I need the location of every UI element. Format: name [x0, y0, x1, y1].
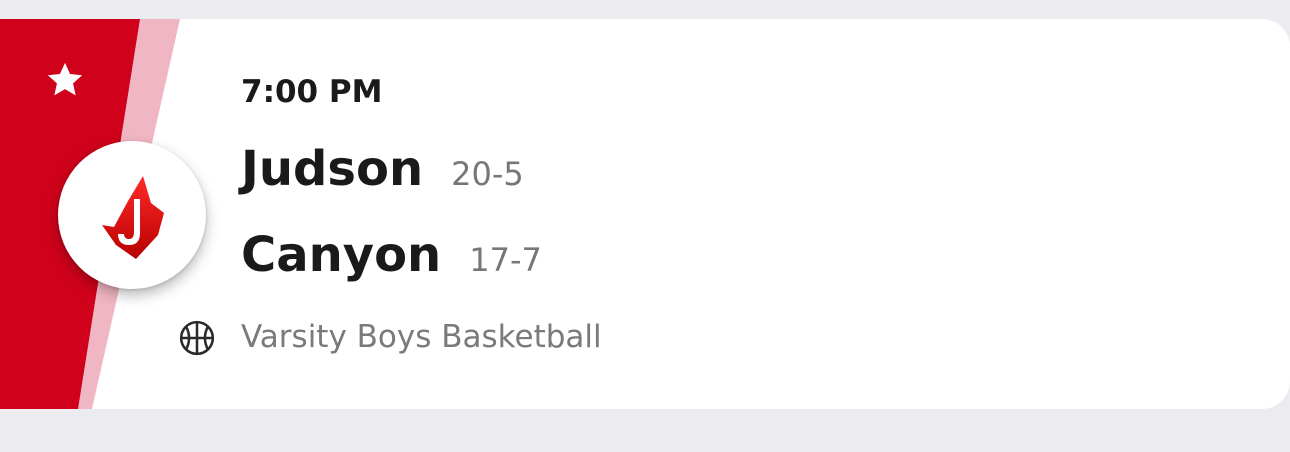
- basketball-icon: [179, 320, 215, 356]
- home-team-name: Judson: [241, 141, 424, 197]
- game-card[interactable]: 7:00 PM Judson 20-5 Canyon 17-7 Varsity …: [0, 19, 1290, 409]
- home-team-row: Judson 20-5: [241, 141, 524, 202]
- judson-j-logo-icon: [102, 176, 164, 259]
- star-icon[interactable]: [44, 59, 86, 101]
- away-team-record: 17-7: [469, 241, 542, 279]
- sport-label: Varsity Boys Basketball: [241, 319, 602, 355]
- home-team-record: 20-5: [451, 155, 524, 193]
- away-team-row: Canyon 17-7: [241, 227, 542, 288]
- team-logo: [58, 141, 206, 289]
- game-time: 7:00 PM: [241, 74, 383, 110]
- away-team-name: Canyon: [241, 227, 442, 283]
